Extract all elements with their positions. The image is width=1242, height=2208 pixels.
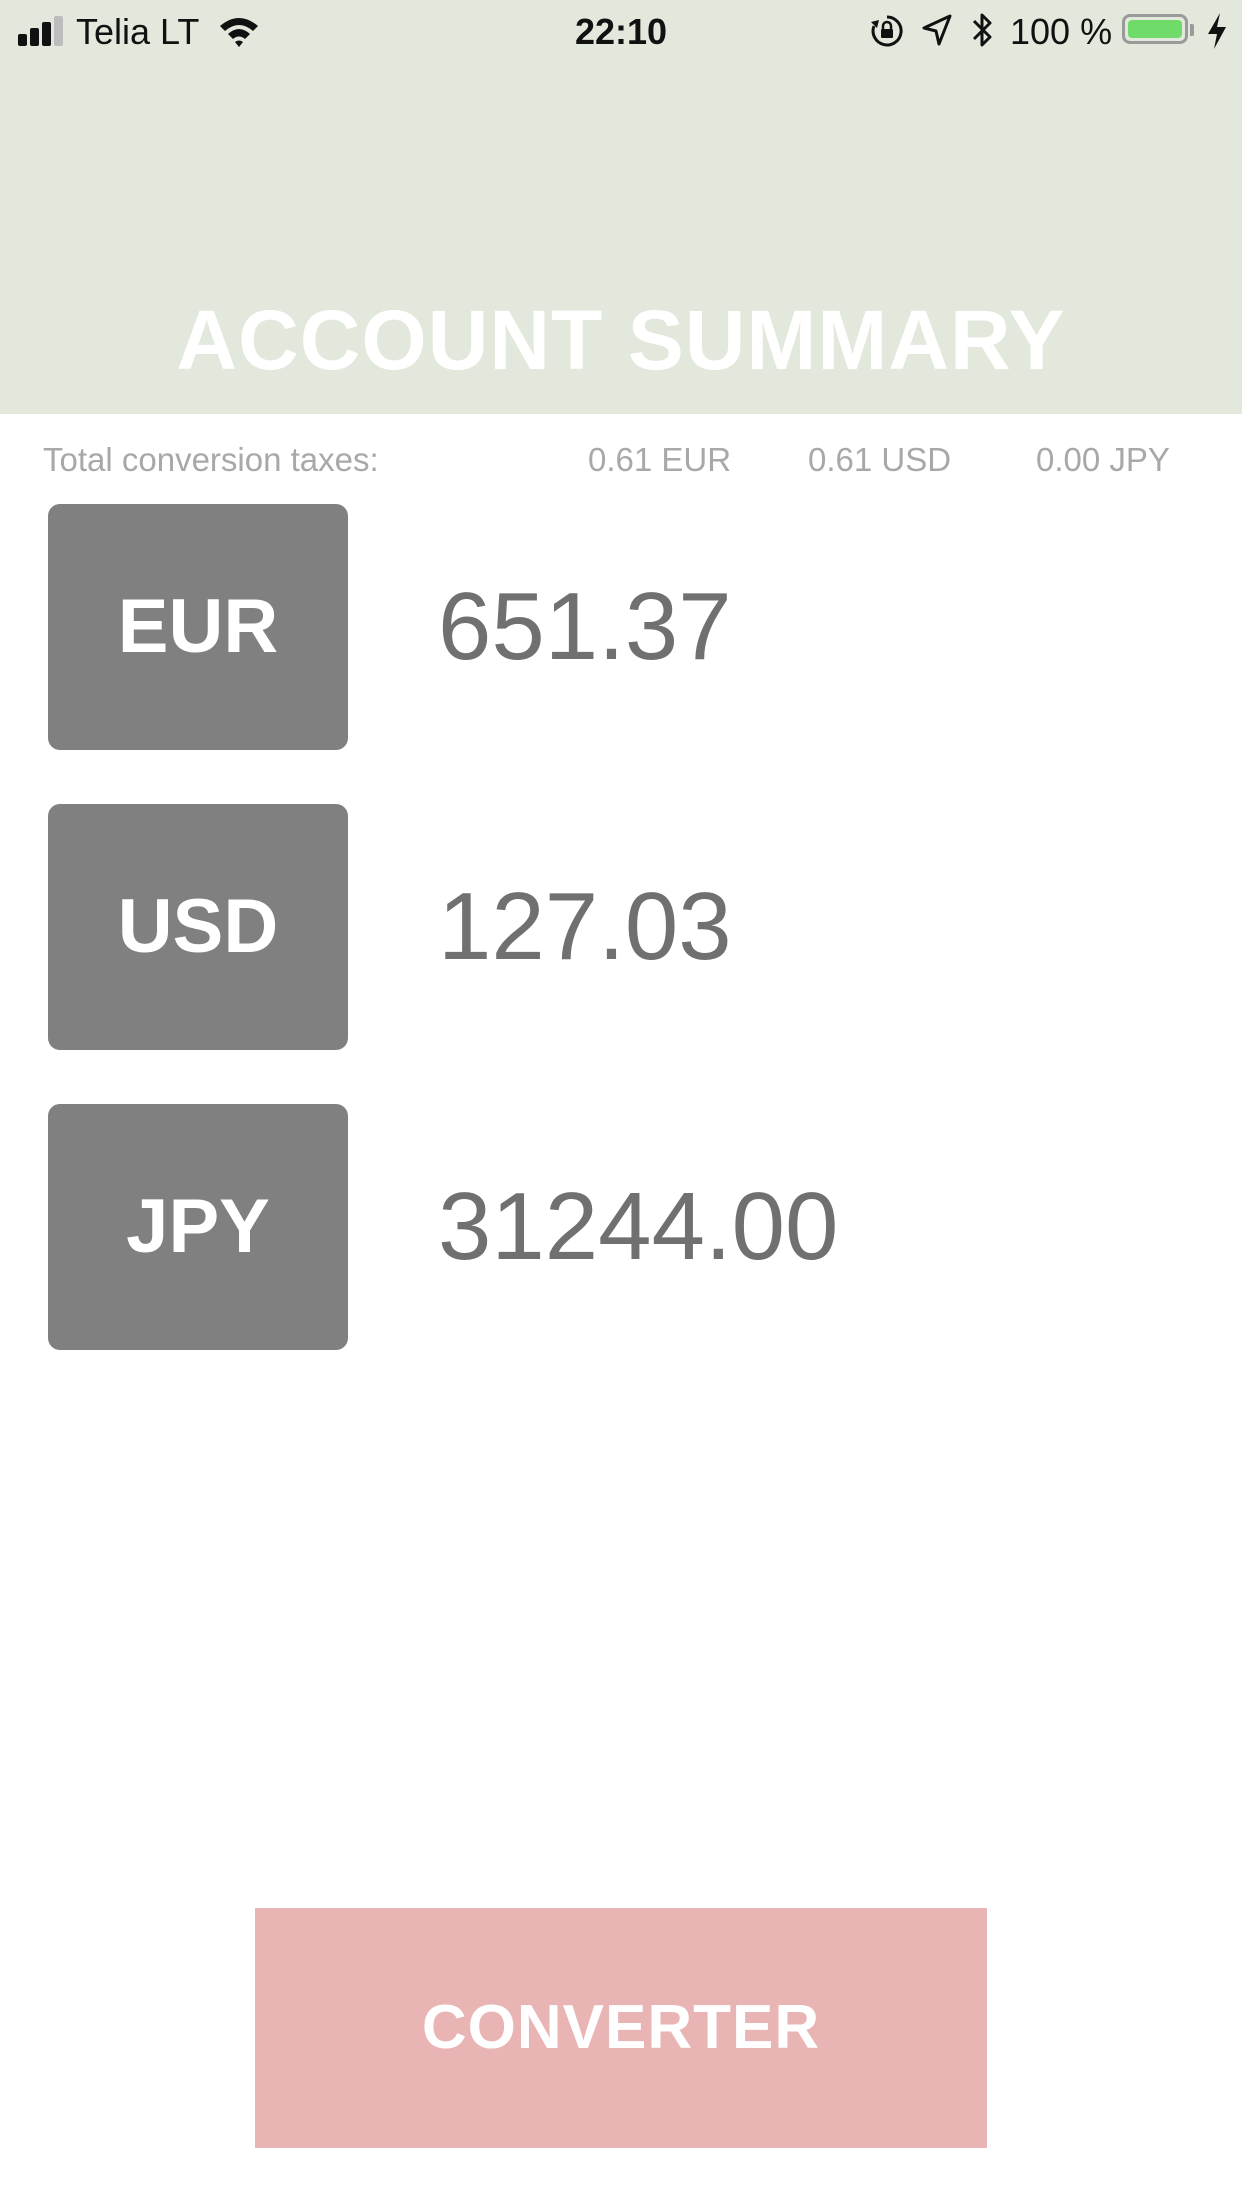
page-title: ACCOUNT SUMMARY bbox=[176, 293, 1066, 387]
location-arrow-icon bbox=[922, 14, 952, 46]
bluetooth-icon bbox=[972, 13, 992, 47]
balance-row-jpy: JPY 31244.00 bbox=[0, 1104, 1242, 1350]
tax-jpy-value: 0.00 JPY bbox=[1036, 441, 1170, 478]
battery-level-fill bbox=[1128, 20, 1182, 38]
currency-button-usd[interactable]: USD bbox=[48, 804, 348, 1050]
balance-row-usd: USD 127.03 bbox=[0, 804, 1242, 1050]
currency-button-jpy[interactable]: JPY bbox=[48, 1104, 348, 1350]
balance-amount-eur: 651.37 bbox=[438, 573, 732, 680]
battery-icon bbox=[1122, 14, 1188, 44]
balance-amount-jpy: 31244.00 bbox=[438, 1173, 839, 1280]
tax-usd-value: 0.61 USD bbox=[808, 441, 952, 478]
converter-button[interactable]: CONVERTER bbox=[255, 1908, 987, 2148]
tax-eur-value: 0.61 EUR bbox=[588, 441, 732, 478]
balance-amount-usd: 127.03 bbox=[438, 873, 732, 980]
currency-button-eur[interactable]: EUR bbox=[48, 504, 348, 750]
header-bar: Telia LT 22:10 100 % ACCOUNT SUMMARY bbox=[0, 0, 1242, 414]
taxes-label: Total conversion taxes: bbox=[43, 441, 379, 478]
battery-percent: 100 % bbox=[1010, 11, 1113, 52]
charging-bolt-icon bbox=[1208, 13, 1226, 49]
orientation-lock-icon bbox=[871, 15, 903, 47]
battery-nub bbox=[1190, 24, 1194, 36]
balance-row-eur: EUR 651.37 bbox=[0, 504, 1242, 750]
conversion-taxes-row: Total conversion taxes: 0.61 EUR 0.61 US… bbox=[0, 440, 1242, 480]
status-bar: Telia LT 22:10 100 % bbox=[0, 0, 1242, 60]
